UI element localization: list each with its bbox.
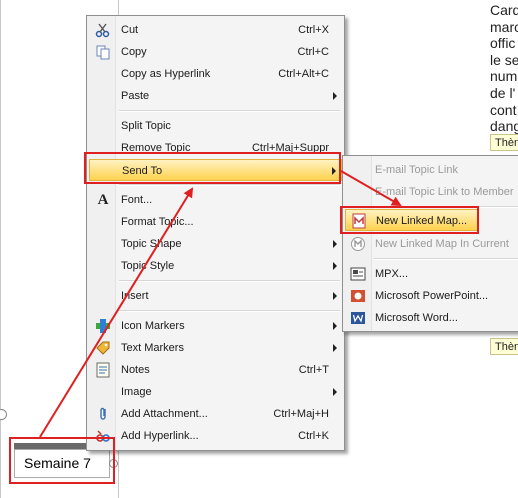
menu-item-notes[interactable]: Notes Ctrl+T xyxy=(89,359,342,381)
menu-item-email-topic-link-to-member[interactable]: E-mail Topic Link to Member xyxy=(345,181,518,203)
menu-item-topic-shape[interactable]: Topic Shape xyxy=(89,233,342,255)
menu-item-cut[interactable]: Cut Ctrl+X xyxy=(89,19,342,41)
menu-item-copy[interactable]: Copy Ctrl+C xyxy=(89,41,342,63)
menu-separator xyxy=(119,110,340,112)
paperclip-icon xyxy=(100,407,106,420)
collapse-handle-icon[interactable] xyxy=(0,409,7,420)
annotation-box-send-to xyxy=(84,152,341,184)
menu-item-email-topic-link[interactable]: E-mail Topic Link xyxy=(345,159,518,181)
menu-item-text-markers[interactable]: Text Markers xyxy=(89,337,342,359)
menu-separator xyxy=(119,184,340,186)
scissors-icon xyxy=(95,23,110,38)
powerpoint-icon xyxy=(351,290,365,302)
icon-markers-icon xyxy=(96,319,110,333)
menu-item-add-attachment[interactable]: Add Attachment... Ctrl+Maj+H xyxy=(89,403,342,425)
font-icon: A xyxy=(97,192,109,208)
annotation-box-new-linked-map xyxy=(340,206,479,234)
word-icon xyxy=(351,312,365,324)
menu-item-insert[interactable]: Insert xyxy=(89,285,342,307)
linked-map-icon xyxy=(351,237,365,251)
chevron-right-icon xyxy=(333,240,337,248)
notes-icon xyxy=(96,362,110,378)
chevron-right-icon xyxy=(333,388,337,396)
menu-item-image[interactable]: Image xyxy=(89,381,342,403)
menu-item-split-topic[interactable]: Split Topic xyxy=(89,115,342,137)
menu-item-add-hyperlink[interactable]: Add Hyperlink... Ctrl+K xyxy=(89,425,342,447)
menu-item-paste[interactable]: Paste xyxy=(89,85,342,107)
chevron-right-icon xyxy=(333,322,337,330)
chevron-right-icon xyxy=(333,292,337,300)
menu-item-icon-markers[interactable]: Icon Markers xyxy=(89,315,342,337)
theme-chip[interactable]: Thèn xyxy=(490,134,518,151)
canvas-left-border xyxy=(0,0,1,498)
menu-item-microsoft-word[interactable]: Microsoft Word... xyxy=(345,307,518,329)
send-to-submenu: E-mail Topic Link E-mail Topic Link to M… xyxy=(342,155,518,332)
menu-item-mpx[interactable]: MPX... xyxy=(345,263,518,285)
menu-separator xyxy=(119,310,340,312)
copy-icon xyxy=(96,45,110,60)
menu-item-copy-as-hyperlink[interactable]: Copy as Hyperlink Ctrl+Alt+C xyxy=(89,63,342,85)
menu-item-topic-style[interactable]: Topic Style xyxy=(89,255,342,277)
menu-item-microsoft-powerpoint[interactable]: Microsoft PowerPoint... xyxy=(345,285,518,307)
context-menu: Cut Ctrl+X Copy Ctrl+C Copy as Hyperlink Ct… xyxy=(86,15,345,451)
menu-separator xyxy=(119,280,340,282)
annotation-box-topic xyxy=(9,437,115,484)
chevron-right-icon xyxy=(333,344,337,352)
chevron-right-icon xyxy=(333,92,337,100)
menu-separator xyxy=(373,258,518,260)
menu-item-format-topic[interactable]: Format Topic... xyxy=(89,211,342,233)
text-marker-icon xyxy=(96,341,110,355)
document-text: Card marc offic le se num de l' cont dang xyxy=(490,2,518,135)
chevron-right-icon xyxy=(333,262,337,270)
mpx-icon xyxy=(350,267,366,281)
menu-item-font[interactable]: A Font... xyxy=(89,189,342,211)
theme-chip[interactable]: Thèn xyxy=(490,338,518,355)
menu-item-new-linked-map-in-current[interactable]: New Linked Map In Current xyxy=(345,233,518,255)
